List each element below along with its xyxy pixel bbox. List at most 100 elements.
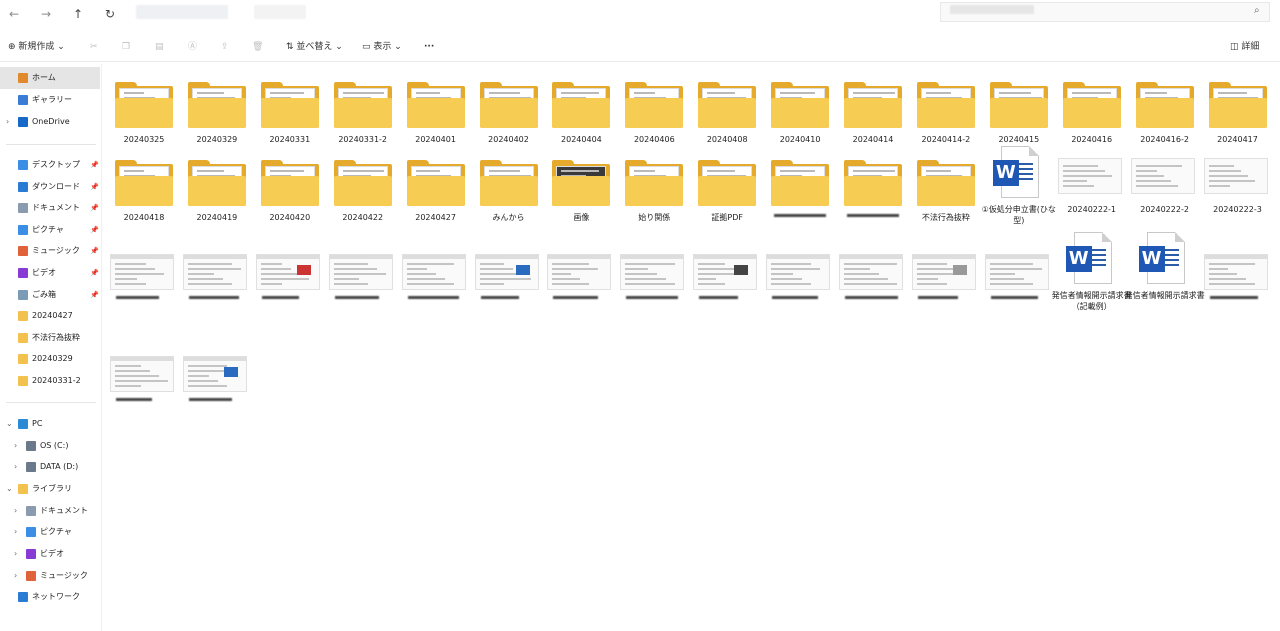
- folder-tile[interactable]: 20240406: [618, 72, 690, 158]
- delete-icon[interactable]: 🗑: [252, 40, 263, 54]
- folder-tile[interactable]: 20240329: [181, 72, 253, 158]
- folder-tile[interactable]: 20240418: [108, 150, 180, 236]
- folder-tile[interactable]: 20240331-2: [327, 72, 399, 158]
- sidebar-item[interactable]: › OS (C:): [0, 435, 100, 457]
- sidebar-item[interactable]: 20240427: [0, 305, 100, 327]
- sidebar-item[interactable]: ネットワーク: [0, 586, 100, 608]
- sidebar-item[interactable]: ピクチャ 📌: [0, 219, 100, 241]
- breadcrumb-redacted-2[interactable]: [254, 5, 306, 19]
- paste-icon[interactable]: ▤: [155, 40, 164, 54]
- image-file-tile[interactable]: [618, 234, 690, 320]
- chevron-down-icon[interactable]: ⌄: [6, 478, 13, 500]
- image-file-tile[interactable]: 20240222-3: [1202, 150, 1274, 236]
- breadcrumb-redacted-1[interactable]: [136, 5, 228, 19]
- sidebar-item[interactable]: › ビデオ: [0, 543, 100, 565]
- image-file-tile[interactable]: [764, 234, 836, 320]
- image-file-tile[interactable]: [108, 336, 180, 422]
- folder-tile[interactable]: みんから: [473, 150, 545, 236]
- image-file-tile[interactable]: [983, 234, 1055, 320]
- image-file-tile[interactable]: [327, 234, 399, 320]
- rename-icon[interactable]: Ⓐ: [188, 40, 197, 54]
- folder-tile[interactable]: 20240414-2: [910, 72, 982, 158]
- chevron-right-icon[interactable]: ›: [14, 456, 17, 478]
- back-button[interactable]: ←: [6, 6, 22, 22]
- image-file-tile[interactable]: [691, 234, 763, 320]
- sidebar-item[interactable]: ⌄ ライブラリ: [0, 478, 100, 500]
- folder-tile[interactable]: 20240404: [545, 72, 617, 158]
- sidebar-item[interactable]: ビデオ 📌: [0, 262, 100, 284]
- sidebar-item[interactable]: 不法行為抜粋: [0, 327, 100, 349]
- chevron-right-icon[interactable]: ›: [14, 521, 17, 543]
- view-button[interactable]: ▭ 表示 ⌄: [362, 40, 402, 54]
- new-button[interactable]: ⊕ 新規作成 ⌄: [8, 40, 65, 54]
- folder-tile[interactable]: 20240402: [473, 72, 545, 158]
- folder-tile[interactable]: 20240408: [691, 72, 763, 158]
- sidebar-item[interactable]: › OneDrive: [0, 111, 100, 133]
- image-file-tile[interactable]: [108, 234, 180, 320]
- up-button[interactable]: ↑: [70, 6, 86, 22]
- sidebar-item[interactable]: デスクトップ 📌: [0, 154, 100, 176]
- forward-button[interactable]: →: [38, 6, 54, 22]
- sidebar-item[interactable]: ⌄ PC: [0, 413, 100, 435]
- chevron-right-icon[interactable]: ›: [14, 435, 17, 457]
- image-file-tile[interactable]: [473, 234, 545, 320]
- folder-tile[interactable]: 20240419: [181, 150, 253, 236]
- copy-icon[interactable]: ❐: [122, 40, 130, 54]
- chevron-down-icon[interactable]: ⌄: [6, 413, 13, 435]
- chevron-right-icon[interactable]: ›: [14, 500, 17, 522]
- folder-tile[interactable]: 20240401: [400, 72, 472, 158]
- folder-tile[interactable]: 画像: [545, 150, 617, 236]
- image-file-tile[interactable]: [1202, 234, 1274, 320]
- path-box[interactable]: [128, 2, 928, 22]
- chevron-right-icon[interactable]: ›: [14, 565, 17, 587]
- folder-tile[interactable]: 20240416-2: [1129, 72, 1201, 158]
- word-file-tile[interactable]: W ①仮処分申立書(ひな型): [982, 144, 1056, 240]
- folder-tile[interactable]: 20240416: [1056, 72, 1128, 158]
- chevron-right-icon[interactable]: ›: [6, 111, 9, 133]
- image-file-tile[interactable]: [181, 234, 253, 320]
- folder-tile[interactable]: [764, 150, 836, 236]
- sidebar-item[interactable]: 20240329: [0, 348, 100, 370]
- sidebar-item[interactable]: ミュージック 📌: [0, 240, 100, 262]
- folder-tile[interactable]: 20240427: [400, 150, 472, 236]
- sidebar-item[interactable]: › DATA (D:): [0, 456, 100, 478]
- image-file-tile[interactable]: [254, 234, 326, 320]
- folder-tile[interactable]: 20240417: [1202, 72, 1274, 158]
- word-file-tile[interactable]: W 発信者情報開示請求書: [1125, 230, 1205, 330]
- more-options-button[interactable]: ···: [424, 40, 434, 54]
- folder-tile[interactable]: 20240410: [764, 72, 836, 158]
- refresh-button[interactable]: ↻: [102, 6, 118, 22]
- sidebar-item[interactable]: › ミュージック: [0, 565, 100, 587]
- search-icon[interactable]: ⌕: [1254, 5, 1260, 16]
- sidebar-item[interactable]: ホーム: [0, 67, 100, 89]
- image-file-tile[interactable]: [910, 234, 982, 320]
- word-file-tile[interactable]: W 発信者情報開示請求書（記載例）: [1052, 230, 1132, 330]
- image-file-tile[interactable]: [181, 336, 253, 422]
- image-file-tile[interactable]: [837, 234, 909, 320]
- chevron-right-icon[interactable]: ›: [14, 543, 17, 565]
- image-file-tile[interactable]: [400, 234, 472, 320]
- cut-icon[interactable]: ✂: [90, 40, 98, 54]
- folder-tile[interactable]: 始り関係: [618, 150, 690, 236]
- sidebar-item[interactable]: ダウンロード 📌: [0, 176, 100, 198]
- share-icon[interactable]: ⇪: [221, 40, 229, 54]
- sidebar-item[interactable]: ドキュメント 📌: [0, 197, 100, 219]
- sort-button[interactable]: ⇅ 並べ替え ⌄: [286, 40, 343, 54]
- details-button[interactable]: ◫ 詳細: [1230, 40, 1259, 54]
- sidebar-item[interactable]: 20240331-2: [0, 370, 100, 392]
- sidebar-item[interactable]: › ピクチャ: [0, 521, 100, 543]
- folder-tile[interactable]: 不法行為抜粋: [910, 150, 982, 236]
- sidebar-item[interactable]: ギャラリー: [0, 89, 100, 111]
- image-file-tile[interactable]: [545, 234, 617, 320]
- folder-tile[interactable]: 証拠PDF: [691, 150, 763, 236]
- sidebar-item[interactable]: › ドキュメント: [0, 500, 100, 522]
- folder-tile[interactable]: 20240422: [327, 150, 399, 236]
- folder-tile[interactable]: 20240325: [108, 72, 180, 158]
- sidebar-item[interactable]: ごみ箱 📌: [0, 284, 100, 306]
- image-file-tile[interactable]: 20240222-2: [1129, 150, 1201, 236]
- folder-tile[interactable]: [837, 150, 909, 236]
- image-file-tile[interactable]: 20240222-1: [1056, 150, 1128, 236]
- folder-tile[interactable]: 20240414: [837, 72, 909, 158]
- folder-tile[interactable]: 20240331: [254, 72, 326, 158]
- folder-tile[interactable]: 20240420: [254, 150, 326, 236]
